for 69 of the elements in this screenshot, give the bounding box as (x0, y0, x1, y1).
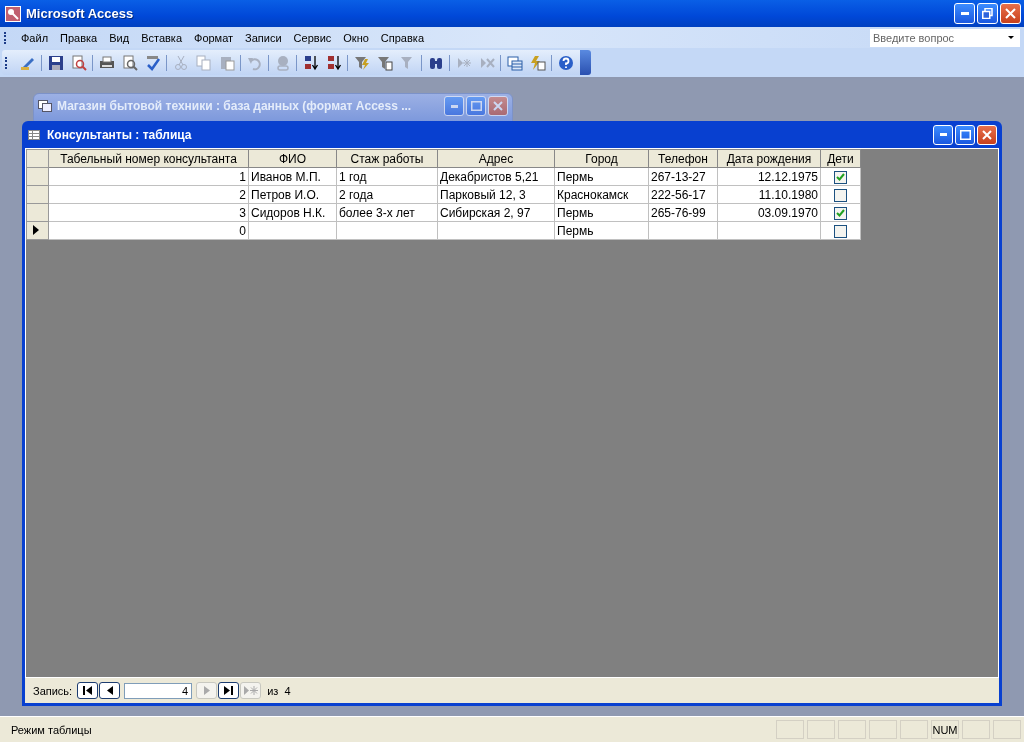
menu-item[interactable]: Формат (188, 29, 240, 46)
previous-icon (106, 686, 113, 695)
help-search-field[interactable]: Введите вопрос (870, 28, 1002, 47)
record-label: Запись: (33, 684, 73, 697)
column-header[interactable]: Табельный номер консультанта (48, 149, 249, 168)
first-record-button[interactable] (77, 682, 99, 699)
column-header[interactable]: Телефон (648, 149, 718, 168)
first-icon (83, 686, 93, 695)
restore-button[interactable] (977, 3, 998, 24)
status-panel (776, 720, 804, 739)
current-record-icon (33, 224, 39, 235)
column-header[interactable]: Дата рождения (717, 149, 821, 168)
table-icon (28, 129, 40, 140)
window-title: Microsoft Access (26, 6, 134, 21)
minimize-button[interactable] (954, 3, 975, 24)
minimize-icon (960, 12, 969, 15)
column-header[interactable]: Город (554, 149, 649, 168)
last-record-button[interactable] (218, 682, 240, 699)
status-panel (807, 720, 835, 739)
next-icon (203, 686, 210, 695)
table-window-title: Консультанты : таблица (47, 127, 193, 142)
record-count: из 4 (267, 684, 291, 697)
checkbox[interactable] (834, 188, 847, 202)
close-icon (982, 129, 992, 140)
menu-item[interactable]: Вставка (135, 29, 188, 46)
menu-item[interactable]: Справка (374, 29, 430, 46)
close-icon (493, 101, 503, 111)
minimize-icon (939, 133, 947, 136)
close-button[interactable] (1000, 3, 1021, 24)
checkbox[interactable] (834, 170, 847, 184)
restore-icon (982, 8, 993, 19)
menu-item[interactable]: Сервис (287, 29, 338, 46)
record-number-field[interactable]: 4 (124, 682, 193, 699)
column-header[interactable]: ФИО (248, 149, 337, 168)
status-panel (900, 720, 928, 739)
previous-record-button[interactable] (99, 682, 121, 699)
checkbox[interactable] (834, 224, 847, 238)
menu-item[interactable]: Записи (239, 29, 288, 46)
new-record-icon (243, 686, 258, 695)
column-header[interactable]: Дети (820, 149, 861, 168)
checkbox[interactable] (834, 206, 847, 220)
close-icon (1005, 8, 1016, 19)
maximize-icon (959, 129, 971, 140)
maximize-button[interactable] (955, 124, 975, 145)
checkmark-icon (836, 173, 845, 182)
menu-item[interactable]: Вид (103, 29, 136, 46)
status-indicator: NUM (931, 720, 959, 739)
status-panel (962, 720, 990, 739)
close-button[interactable] (977, 124, 997, 145)
column-header[interactable]: Стаж работы (336, 149, 438, 168)
minimize-button[interactable] (933, 124, 953, 145)
status-text: Режим таблицы (10, 723, 93, 736)
status-panel (838, 720, 866, 739)
menu-item[interactable]: Файл (15, 29, 55, 46)
menu-item[interactable]: Окно (337, 29, 375, 46)
status-panel (869, 720, 897, 739)
checkmark-icon (836, 209, 845, 218)
minimize-icon (450, 104, 458, 108)
last-icon (224, 686, 234, 695)
caret-icon (1008, 36, 1014, 39)
column-header[interactable]: Адрес (437, 149, 555, 168)
status-panel (993, 720, 1021, 739)
database-window-title: Магазин бытовой техники : база данных (формат Access ... (57, 99, 413, 113)
database-icon (38, 100, 52, 112)
menu-item[interactable]: Правка (54, 29, 104, 46)
dropdown-button[interactable] (1002, 28, 1020, 47)
select-all-corner[interactable] (26, 149, 49, 168)
key-icon (5, 5, 21, 22)
maximize-icon (470, 101, 482, 111)
